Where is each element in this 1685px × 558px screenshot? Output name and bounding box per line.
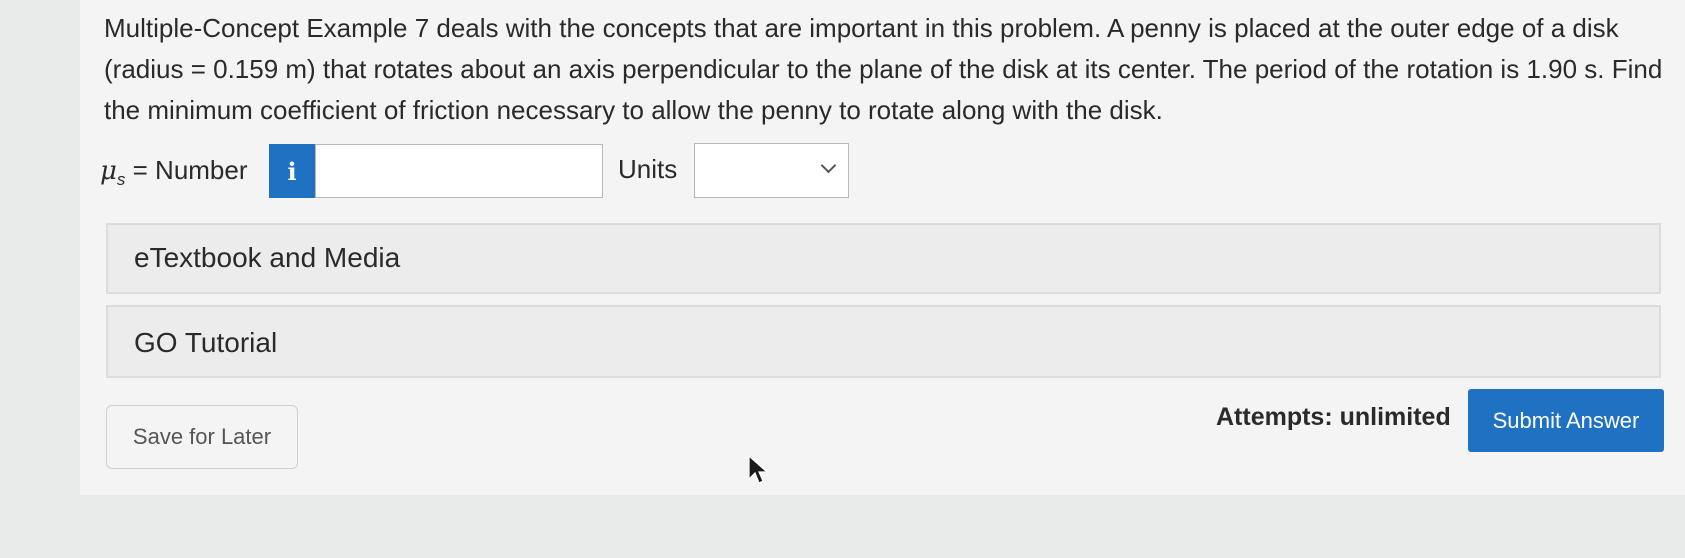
attempts-text: Attempts: unlimited <box>1216 403 1451 431</box>
submit-answer-button[interactable]: Submit Answer <box>1468 389 1664 452</box>
chevron-down-icon <box>820 157 837 174</box>
number-input[interactable] <box>315 144 603 198</box>
units-label: Units <box>618 154 678 184</box>
go-tutorial-panel[interactable]: GO Tutorial <box>106 305 1661 378</box>
info-icon[interactable]: i <box>269 144 315 198</box>
answer-row: μs = Number i Units <box>100 143 860 199</box>
units-dropdown[interactable] <box>694 143 849 198</box>
go-tutorial-panel-label: GO Tutorial <box>134 327 278 358</box>
etextbook-panel-label: eTextbook and Media <box>134 242 401 273</box>
question-text: Multiple-Concept Example 7 deals with th… <box>104 13 1663 125</box>
mouse-cursor-icon <box>748 455 768 484</box>
mu-s-label: μs = Number <box>100 153 248 197</box>
number-label: = Number <box>125 155 248 185</box>
save-for-later-button[interactable]: Save for Later <box>106 405 298 469</box>
mu-symbol: μ <box>100 156 117 186</box>
etextbook-and-media-panel[interactable]: eTextbook and Media <box>106 223 1661 294</box>
